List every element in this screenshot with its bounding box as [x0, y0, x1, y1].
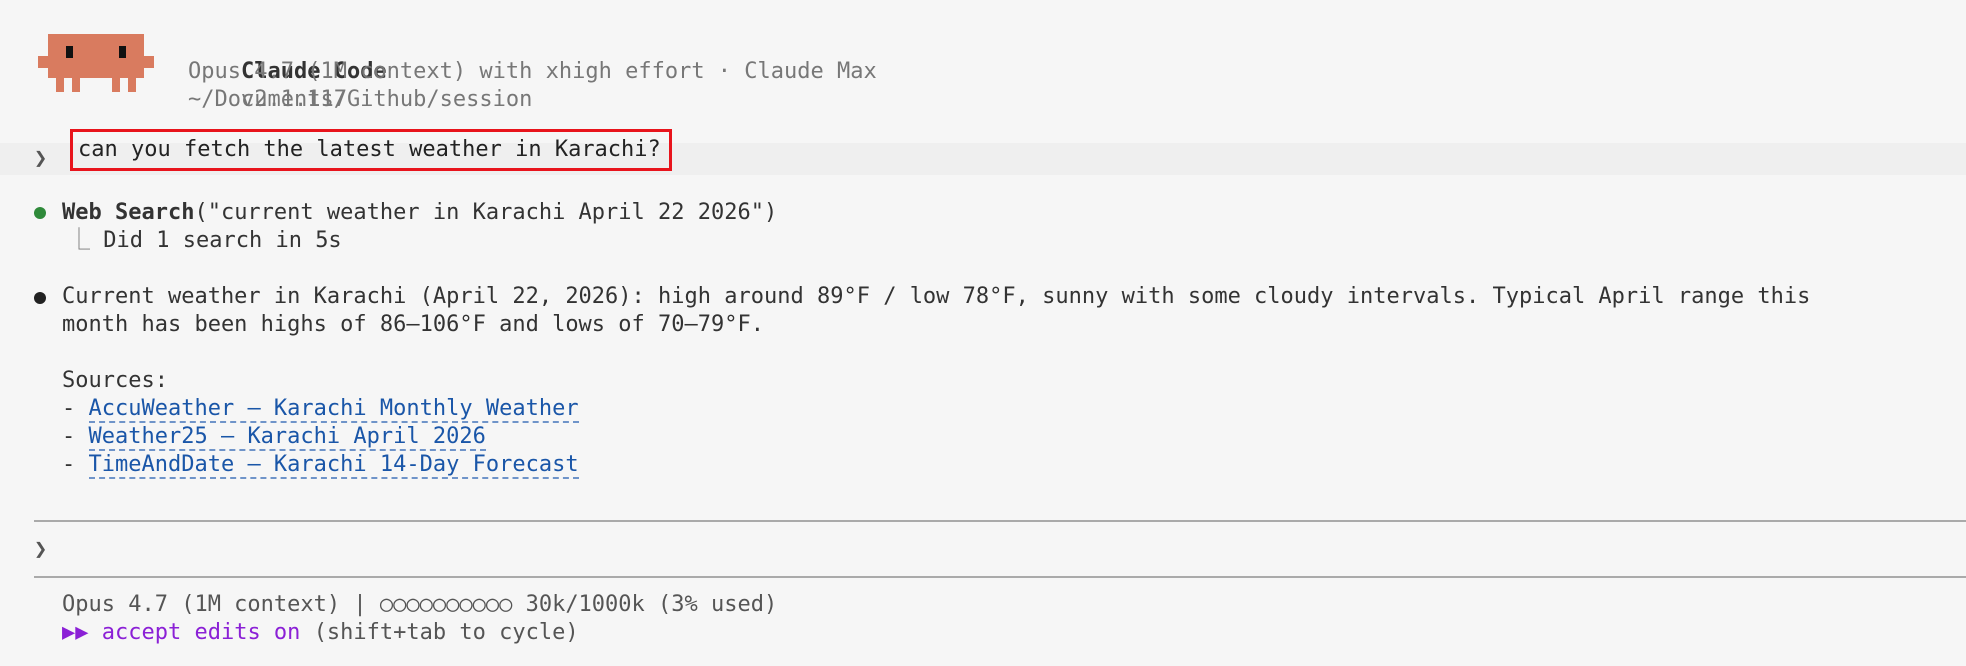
prompt-chevron-icon: ❯	[34, 146, 48, 171]
tool-args: ("current weather in Karachi April 22 20…	[194, 200, 778, 225]
user-message: can you fetch the latest weather in Kara…	[70, 129, 672, 171]
input-divider-bottom	[34, 576, 1966, 578]
source-item: - Weather25 – Karachi April 2026	[62, 424, 486, 451]
mode-line[interactable]: ▶▶ accept edits on (shift+tab to cycle)	[62, 619, 579, 647]
fast-forward-icon: ▶▶	[62, 620, 89, 645]
source-item: - AccuWeather – Karachi Monthly Weather	[62, 396, 579, 423]
tool-call-line: Web Search("current weather in Karachi A…	[62, 199, 777, 227]
sources-label: Sources:	[62, 368, 168, 393]
source-link-accuweather[interactable]: AccuWeather – Karachi Monthly Weather	[88, 396, 579, 423]
working-directory: ~/Documents/Github/session	[188, 87, 533, 112]
session-header: Claude Code v2.1.117 Opus 4.7 (1M contex…	[188, 30, 877, 114]
tool-result-line: ⎿ Did 1 search in 5s	[68, 227, 342, 255]
tool-status-icon	[34, 207, 46, 219]
model-info: Opus 4.7 (1M context) with xhigh effort …	[188, 59, 877, 84]
mode-cycle-hint: (shift+tab to cycle)	[313, 620, 579, 645]
accept-edits-mode: accept edits on	[101, 620, 301, 645]
source-item: - TimeAndDate – Karachi 14-Day Forecast	[62, 452, 579, 479]
tool-name: Web Search	[62, 200, 195, 225]
prompt-input[interactable]	[62, 536, 1942, 564]
claude-mascot-icon	[38, 34, 154, 92]
source-link-timeanddate[interactable]: TimeAndDate – Karachi 14-Day Forecast	[88, 452, 579, 479]
input-chevron-icon: ❯	[34, 537, 48, 562]
source-link-weather25[interactable]: Weather25 – Karachi April 2026	[88, 424, 486, 451]
tree-branch-icon: ⎿	[68, 228, 91, 253]
assistant-bullet-icon	[34, 292, 46, 304]
context-usage: Opus 4.7 (1M context) | ○○○○○○○○○○ 30k/1…	[62, 592, 778, 617]
tool-result: Did 1 search in 5s	[103, 228, 342, 253]
input-divider-top	[34, 520, 1966, 522]
answer-line-1: Current weather in Karachi (April 22, 20…	[62, 284, 1811, 309]
answer-line-2: month has been highs of 86–106°F and low…	[62, 312, 764, 337]
